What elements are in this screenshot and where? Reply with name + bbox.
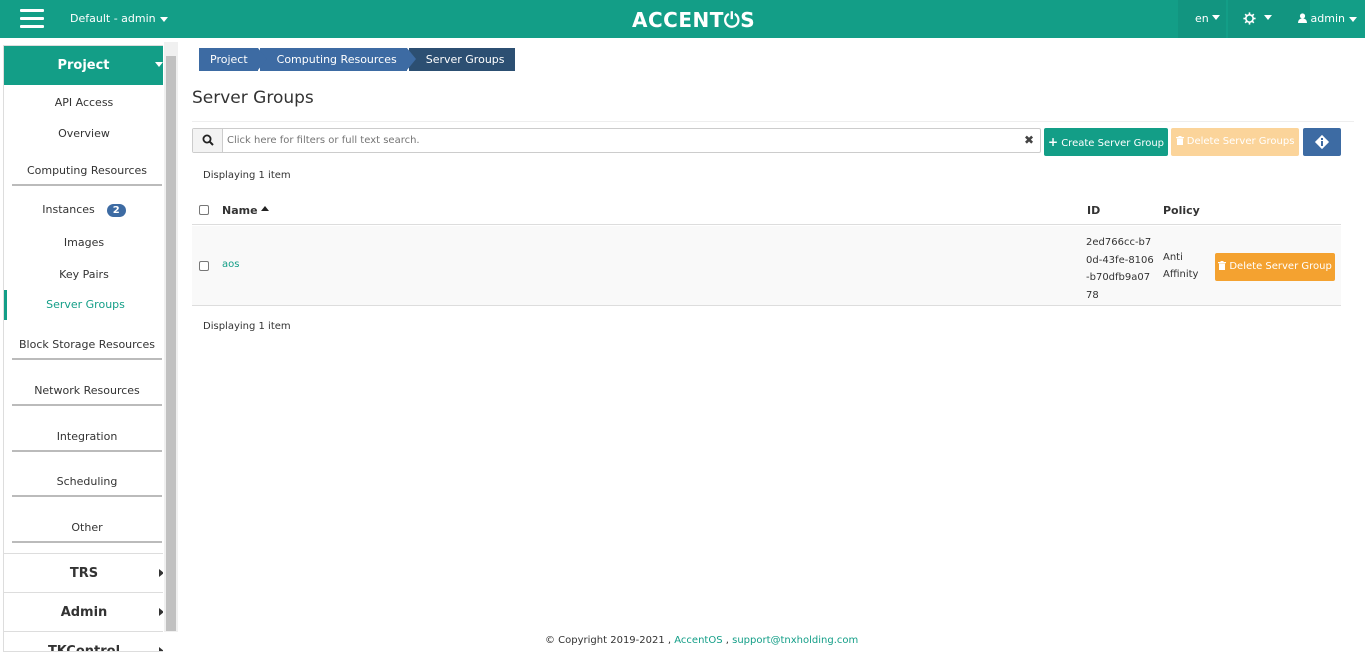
logo: ACCENT⏻S [632, 8, 756, 32]
help-button[interactable] [1303, 128, 1341, 156]
sidebar-item-images[interactable]: Images [4, 236, 163, 249]
sidebar-group-label: Network Resources [34, 384, 140, 397]
trash-icon [1218, 261, 1227, 270]
column-header-name[interactable]: Name [222, 204, 270, 217]
gear-icon [1243, 12, 1256, 25]
create-server-group-button[interactable]: + Create Server Group [1044, 128, 1168, 156]
chevron-down-icon [1212, 15, 1220, 20]
sort-asc-icon [261, 206, 270, 211]
chevron-down-icon [159, 16, 168, 22]
trash-icon [1175, 136, 1184, 145]
sidebar-item-label: Instances [42, 203, 95, 216]
sidebar-dashboard-label: Admin [60, 605, 108, 620]
sidebar-group-label: Computing Resources [26, 164, 148, 177]
breadcrumb-server-groups: Server Groups [408, 48, 515, 71]
sidebar-group-label: Scheduling [56, 475, 118, 488]
sidebar-dashboard-label: TKControl [47, 644, 121, 652]
breadcrumb: Project Computing Resources Server Group… [199, 48, 515, 71]
item-count-top: Displaying 1 item [203, 170, 291, 181]
project-selector[interactable]: Default - admin [70, 12, 168, 25]
info-icon [1314, 134, 1330, 150]
copyright-text: © Copyright 2019-2021 , [545, 635, 675, 646]
sidebar-scrollbar[interactable] [164, 42, 178, 632]
breadcrumb-computing-resources[interactable]: Computing Resources [259, 48, 416, 71]
language-selector[interactable]: en [1178, 0, 1226, 38]
search-icon [202, 134, 214, 146]
top-navbar: Default - admin ACCENT⏻S en admin [0, 0, 1365, 38]
table-header: Name ID Policy [192, 195, 1341, 225]
delete-server-group-label: Delete Server Group [1229, 261, 1332, 272]
sidebar-group-label: Other [71, 521, 103, 534]
sidebar-group-scheduling[interactable]: Scheduling [12, 475, 162, 497]
footer: © Copyright 2019-2021 , AccentOS , suppo… [545, 635, 858, 646]
chevron-down-icon [1264, 15, 1272, 20]
search-input[interactable] [227, 129, 1017, 152]
sidebar-item-instances[interactable]: Instances 2 [4, 203, 163, 217]
sidebar-item-overview[interactable]: Overview [4, 127, 163, 140]
sidebar-group-label: Block Storage Resources [19, 338, 155, 351]
footer-separator: , [722, 635, 733, 646]
project-selector-label: Default - admin [70, 12, 156, 25]
sidebar: Project API Access Overview Computing Re… [3, 45, 163, 652]
sidebar-dashboard-tkcontrol[interactable]: TKControl [4, 631, 163, 652]
divider [192, 121, 1354, 122]
sidebar-group-label: Integration [56, 430, 118, 443]
filter-search: ✖ [192, 128, 1041, 153]
page-title: Server Groups [192, 88, 314, 108]
chevron-down-icon [155, 62, 163, 67]
sidebar-dashboard-trs[interactable]: TRS [4, 553, 163, 592]
breadcrumb-project[interactable]: Project [199, 48, 267, 71]
delete-server-groups-button[interactable]: Delete Server Groups [1171, 128, 1299, 156]
menu-toggle-icon[interactable] [20, 9, 44, 29]
footer-brand-link[interactable]: AccentOS [674, 635, 722, 646]
sidebar-dashboard-admin[interactable]: Admin [4, 592, 163, 631]
support-email-link[interactable]: support@tnxholding.com [732, 635, 858, 646]
instances-count-badge: 2 [106, 204, 126, 217]
sidebar-group-block-storage[interactable]: Block Storage Resources [12, 338, 162, 360]
select-all-checkbox[interactable] [199, 205, 209, 215]
server-group-id: 2ed766cc-b70d-43fe-8106-b70dfb9a0778 [1086, 237, 1154, 301]
user-label: admin [1310, 12, 1345, 25]
delete-server-group-button[interactable]: Delete Server Group [1215, 253, 1335, 281]
column-header-id: ID [1087, 204, 1101, 217]
delete-server-groups-label: Delete Server Groups [1186, 136, 1295, 147]
sidebar-group-computing-resources[interactable]: Computing Resources [12, 164, 162, 186]
user-menu[interactable]: admin [1298, 12, 1357, 25]
sidebar-item-key-pairs[interactable]: Key Pairs [4, 268, 163, 281]
sidebar-group-other[interactable]: Other [12, 521, 162, 543]
row-checkbox[interactable] [199, 261, 209, 271]
chevron-right-icon [159, 647, 163, 651]
item-count-bottom: Displaying 1 item [203, 321, 291, 332]
user-icon [1298, 13, 1307, 23]
clear-icon[interactable]: ✖ [1024, 133, 1034, 147]
column-header-policy: Policy [1163, 204, 1200, 217]
language-label: en [1195, 12, 1209, 25]
create-server-group-label: Create Server Group [1061, 138, 1165, 149]
sidebar-dashboard-label: TRS [69, 566, 99, 581]
sidebar-project-header[interactable]: Project [4, 46, 163, 85]
sidebar-project-label: Project [57, 58, 110, 73]
server-group-policy: Anti Affinity [1163, 252, 1199, 280]
column-header-label: Name [222, 204, 258, 217]
sidebar-group-integration[interactable]: Integration [12, 430, 162, 452]
chevron-right-icon [159, 608, 163, 616]
sidebar-item-server-groups[interactable]: Server Groups [4, 290, 163, 320]
table-row: aos 2ed766cc-b70d-43fe-8106-b70dfb9a0778… [192, 226, 1341, 306]
chevron-right-icon [159, 569, 163, 577]
plus-icon: + [1047, 135, 1059, 149]
server-group-name-link[interactable]: aos [222, 259, 239, 270]
sidebar-item-api-access[interactable]: API Access [4, 96, 163, 109]
chevron-down-icon [1348, 16, 1357, 22]
search-button[interactable] [193, 129, 223, 152]
scrollbar-thumb[interactable] [166, 56, 176, 631]
sidebar-group-network[interactable]: Network Resources [12, 384, 162, 406]
